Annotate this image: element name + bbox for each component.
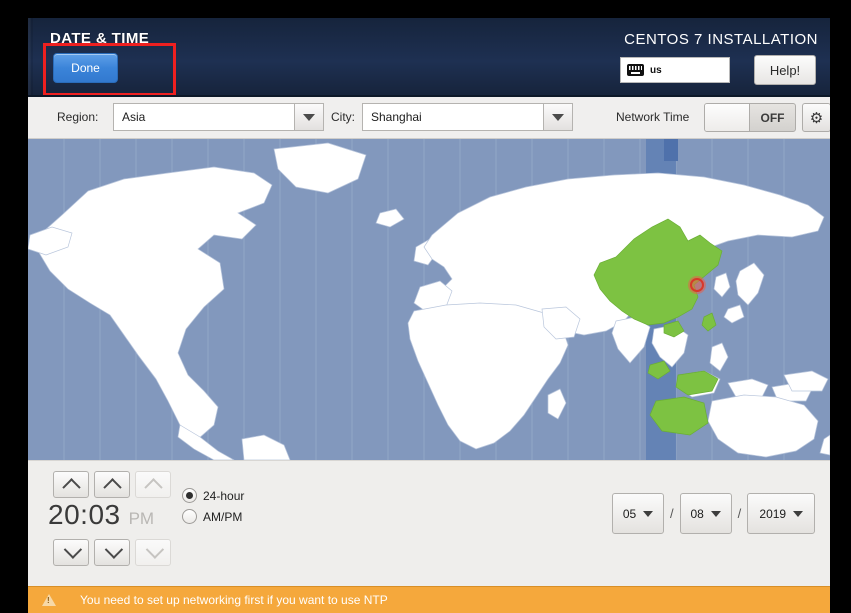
radio-indicator — [182, 488, 197, 503]
chevron-down-icon — [104, 540, 123, 559]
network-time-toggle[interactable]: OFF — [704, 103, 796, 132]
city-label: City: — [331, 110, 355, 124]
product-label: CENTOS 7 INSTALLATION — [624, 31, 818, 48]
day-value: 08 — [690, 506, 704, 521]
year-value: 2019 — [759, 506, 787, 521]
warning-triangle-icon — [42, 594, 56, 606]
chevron-down-icon — [552, 113, 564, 121]
chevron-down-icon — [643, 510, 654, 517]
chevron-down-icon — [63, 540, 82, 559]
toggle-knob — [705, 104, 750, 131]
month-dropdown[interactable]: 05 — [612, 493, 664, 534]
region-dropdown-arrow[interactable] — [294, 103, 324, 131]
hour-decrement-button[interactable] — [53, 539, 89, 566]
chevron-up-icon — [143, 478, 163, 497]
done-button[interactable]: Done — [53, 53, 118, 83]
time-format-radio-group: 24-hour AM/PM — [182, 485, 244, 527]
network-time-label: Network Time — [616, 110, 690, 124]
region-label: Region: — [57, 110, 99, 124]
time-hours: 20 — [48, 499, 81, 530]
keyboard-icon — [627, 64, 644, 76]
installer-window: DATE & TIME Done CENTOS 7 INSTALLATION u… — [28, 18, 830, 613]
time-minutes: 03 — [88, 499, 121, 530]
date-separator: / — [737, 506, 742, 521]
date-selector-group: 05 / 08 / 2019 — [612, 493, 816, 534]
radio-indicator — [182, 509, 197, 524]
world-map-svg — [28, 139, 830, 460]
screenshot-root: DATE & TIME Done CENTOS 7 INSTALLATION u… — [0, 0, 851, 613]
hour-increment-button[interactable] — [53, 471, 89, 498]
radio-ampm-label: AM/PM — [203, 509, 243, 524]
radio-ampm[interactable]: AM/PM — [182, 506, 244, 527]
timezone-map[interactable] — [28, 139, 830, 460]
timezone-band-cap — [664, 139, 678, 161]
region-dropdown[interactable]: Asia — [113, 103, 324, 131]
date-separator: / — [670, 506, 674, 521]
warning-message: You need to set up networking first if y… — [80, 593, 388, 607]
city-dropdown-arrow[interactable] — [543, 103, 573, 131]
chevron-up-icon — [61, 478, 81, 497]
radio-24-hour-label: 24-hour — [203, 488, 245, 503]
chevron-down-icon — [793, 510, 804, 517]
time-readout: 20 : 03 PM — [48, 499, 154, 531]
keyboard-layout-indicator[interactable]: us — [620, 57, 730, 83]
month-value: 05 — [622, 506, 637, 521]
help-button[interactable]: Help! — [754, 55, 816, 85]
city-dropdown[interactable]: Shanghai — [362, 103, 573, 131]
page-title: DATE & TIME — [50, 30, 150, 47]
chevron-down-icon — [145, 540, 164, 559]
chevron-down-icon — [710, 510, 721, 517]
year-dropdown[interactable]: 2019 — [747, 493, 816, 534]
selected-city-marker — [688, 276, 706, 294]
region-value: Asia — [113, 103, 294, 131]
minute-decrement-button[interactable] — [94, 539, 130, 566]
keyboard-layout-label: us — [650, 64, 662, 76]
day-dropdown[interactable]: 08 — [679, 493, 732, 534]
minute-increment-button[interactable] — [94, 471, 130, 498]
radio-24-hour[interactable]: 24-hour — [182, 485, 244, 506]
chevron-up-icon — [102, 478, 122, 497]
gear-icon[interactable]: ⚙ — [802, 103, 830, 132]
location-selector-bar: Region: Asia City: Shanghai Network Time… — [28, 97, 830, 139]
time-separator: : — [80, 499, 89, 530]
ampm-decrement-button — [135, 539, 171, 566]
city-value: Shanghai — [362, 103, 543, 131]
chevron-down-icon — [303, 113, 315, 121]
time-ampm-label: PM — [128, 509, 155, 528]
network-time-state: OFF — [760, 110, 785, 125]
ampm-increment-button — [135, 471, 171, 498]
installer-header: DATE & TIME Done CENTOS 7 INSTALLATION u… — [28, 18, 830, 97]
warning-bar: You need to set up networking first if y… — [28, 586, 830, 613]
datetime-controls-panel: 20 : 03 PM 24-hour AM/PM 05 / 08 / 2019 — [28, 460, 830, 586]
